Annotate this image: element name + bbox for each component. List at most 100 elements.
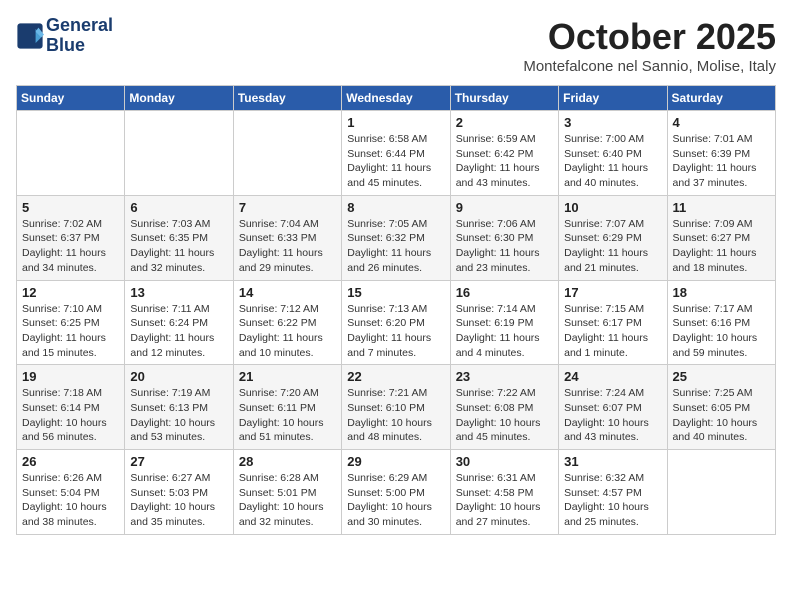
calendar-cell: 6 Sunrise: 7:03 AM Sunset: 6:35 PM Daylig… [125,195,233,280]
calendar-week-row: 5 Sunrise: 7:02 AM Sunset: 6:37 PM Daylig… [17,195,776,280]
calendar-cell: 21Sunrise: 7:20 AM Sunset: 6:11 PM Dayli… [233,365,341,450]
day-number: 20 [130,369,227,384]
calendar-cell [667,450,775,535]
logo-line2: Blue [46,36,113,56]
calendar-cell: 24Sunrise: 7:24 AM Sunset: 6:07 PM Dayli… [559,365,667,450]
day-number: 12 [22,285,119,300]
calendar-cell: 11 Sunrise: 7:09 AM Sunset: 6:27 PM Dayli… [667,195,775,280]
calendar-cell: 17Sunrise: 7:15 AM Sunset: 6:17 PM Dayli… [559,280,667,365]
calendar-cell: 10 Sunrise: 7:07 AM Sunset: 6:29 PM Dayli… [559,195,667,280]
calendar-week-row: 26 Sunrise: 6:26 AM Sunset: 5:04 PM Dayli… [17,450,776,535]
day-info: Sunrise: 6:31 AM Sunset: 4:58 PM Dayligh… [456,471,553,530]
day-number: 19 [22,369,119,384]
calendar-cell: 15 Sunrise: 7:13 AM Sunset: 6:20 PM Dayli… [342,280,450,365]
calendar-cell: 30Sunrise: 6:31 AM Sunset: 4:58 PM Dayli… [450,450,558,535]
day-number: 6 [130,200,227,215]
weekday-header-cell: Sunday [17,86,125,111]
day-info: Sunrise: 7:07 AM Sunset: 6:29 PM Dayligh… [564,217,661,276]
calendar-cell: 8 Sunrise: 7:05 AM Sunset: 6:32 PM Daylig… [342,195,450,280]
calendar-week-row: 19 Sunrise: 7:18 AM Sunset: 6:14 PM Dayli… [17,365,776,450]
day-info: Sunrise: 7:24 AM Sunset: 6:07 PM Dayligh… [564,386,661,445]
day-info: Sunrise: 7:14 AM Sunset: 6:19 PM Dayligh… [456,302,553,361]
calendar-cell: 13 Sunrise: 7:11 AM Sunset: 6:24 PM Dayli… [125,280,233,365]
day-info: Sunrise: 6:28 AM Sunset: 5:01 PM Dayligh… [239,471,336,530]
calendar-cell: 1 Sunrise: 6:58 AM Sunset: 6:44 PM Daylig… [342,111,450,196]
title-block: October 2025 Montefalcone nel Sannio, Mo… [523,16,776,75]
weekday-header-cell: Saturday [667,86,775,111]
weekday-header-row: SundayMondayTuesdayWednesdayThursdayFrid… [17,86,776,111]
location: Montefalcone nel Sannio, Molise, Italy [523,58,776,75]
calendar-cell: 9Sunrise: 7:06 AM Sunset: 6:30 PM Daylig… [450,195,558,280]
calendar-cell: 23 Sunrise: 7:22 AM Sunset: 6:08 PM Dayli… [450,365,558,450]
day-number: 18 [673,285,770,300]
day-number: 11 [673,200,770,215]
day-info: Sunrise: 7:02 AM Sunset: 6:37 PM Dayligh… [22,217,119,276]
day-number: 22 [347,369,444,384]
day-number: 26 [22,454,119,469]
day-info: Sunrise: 6:26 AM Sunset: 5:04 PM Dayligh… [22,471,119,530]
day-number: 28 [239,454,336,469]
calendar-cell [17,111,125,196]
day-number: 4 [673,115,770,130]
calendar-cell: 16Sunrise: 7:14 AM Sunset: 6:19 PM Dayli… [450,280,558,365]
day-number: 23 [456,369,553,384]
calendar-cell: 22 Sunrise: 7:21 AM Sunset: 6:10 PM Dayli… [342,365,450,450]
calendar-cell: 25 Sunrise: 7:25 AM Sunset: 6:05 PM Dayli… [667,365,775,450]
calendar-cell: 27 Sunrise: 6:27 AM Sunset: 5:03 PM Dayli… [125,450,233,535]
day-info: Sunrise: 7:09 AM Sunset: 6:27 PM Dayligh… [673,217,770,276]
weekday-header-cell: Friday [559,86,667,111]
month-title: October 2025 [523,16,776,58]
day-number: 1 [347,115,444,130]
day-number: 15 [347,285,444,300]
weekday-header-cell: Tuesday [233,86,341,111]
day-number: 17 [564,285,661,300]
day-number: 10 [564,200,661,215]
day-info: Sunrise: 6:32 AM Sunset: 4:57 PM Dayligh… [564,471,661,530]
day-info: Sunrise: 7:13 AM Sunset: 6:20 PM Dayligh… [347,302,444,361]
calendar-cell: 29 Sunrise: 6:29 AM Sunset: 5:00 PM Dayli… [342,450,450,535]
day-number: 8 [347,200,444,215]
day-number: 29 [347,454,444,469]
calendar-body: 1 Sunrise: 6:58 AM Sunset: 6:44 PM Daylig… [17,111,776,535]
weekday-header-cell: Wednesday [342,86,450,111]
logo: General Blue [16,16,113,56]
calendar-cell [233,111,341,196]
weekday-header-cell: Monday [125,86,233,111]
day-info: Sunrise: 7:06 AM Sunset: 6:30 PM Dayligh… [456,217,553,276]
day-info: Sunrise: 6:27 AM Sunset: 5:03 PM Dayligh… [130,471,227,530]
day-info: Sunrise: 7:05 AM Sunset: 6:32 PM Dayligh… [347,217,444,276]
calendar-cell: 14Sunrise: 7:12 AM Sunset: 6:22 PM Dayli… [233,280,341,365]
day-info: Sunrise: 7:12 AM Sunset: 6:22 PM Dayligh… [239,302,336,361]
calendar-cell: 20 Sunrise: 7:19 AM Sunset: 6:13 PM Dayli… [125,365,233,450]
day-number: 13 [130,285,227,300]
day-info: Sunrise: 6:29 AM Sunset: 5:00 PM Dayligh… [347,471,444,530]
day-info: Sunrise: 7:03 AM Sunset: 6:35 PM Dayligh… [130,217,227,276]
day-info: Sunrise: 6:59 AM Sunset: 6:42 PM Dayligh… [456,132,553,191]
day-number: 25 [673,369,770,384]
calendar-cell: 2 Sunrise: 6:59 AM Sunset: 6:42 PM Daylig… [450,111,558,196]
calendar-table: SundayMondayTuesdayWednesdayThursdayFrid… [16,85,776,535]
calendar-cell: 3Sunrise: 7:00 AM Sunset: 6:40 PM Daylig… [559,111,667,196]
day-info: Sunrise: 7:22 AM Sunset: 6:08 PM Dayligh… [456,386,553,445]
day-info: Sunrise: 7:10 AM Sunset: 6:25 PM Dayligh… [22,302,119,361]
logo-icon [16,22,44,50]
calendar-cell: 18Sunrise: 7:17 AM Sunset: 6:16 PM Dayli… [667,280,775,365]
weekday-header-cell: Thursday [450,86,558,111]
day-number: 21 [239,369,336,384]
day-number: 27 [130,454,227,469]
day-number: 5 [22,200,119,215]
day-info: Sunrise: 7:18 AM Sunset: 6:14 PM Dayligh… [22,386,119,445]
calendar-cell [125,111,233,196]
day-info: Sunrise: 6:58 AM Sunset: 6:44 PM Dayligh… [347,132,444,191]
day-info: Sunrise: 7:01 AM Sunset: 6:39 PM Dayligh… [673,132,770,191]
day-number: 3 [564,115,661,130]
calendar-week-row: 1 Sunrise: 6:58 AM Sunset: 6:44 PM Daylig… [17,111,776,196]
day-number: 7 [239,200,336,215]
day-info: Sunrise: 7:21 AM Sunset: 6:10 PM Dayligh… [347,386,444,445]
day-number: 2 [456,115,553,130]
day-info: Sunrise: 7:19 AM Sunset: 6:13 PM Dayligh… [130,386,227,445]
page-header: General Blue October 2025 Montefalcone n… [16,16,776,75]
day-info: Sunrise: 7:25 AM Sunset: 6:05 PM Dayligh… [673,386,770,445]
calendar-cell: 19 Sunrise: 7:18 AM Sunset: 6:14 PM Dayli… [17,365,125,450]
day-info: Sunrise: 7:11 AM Sunset: 6:24 PM Dayligh… [130,302,227,361]
